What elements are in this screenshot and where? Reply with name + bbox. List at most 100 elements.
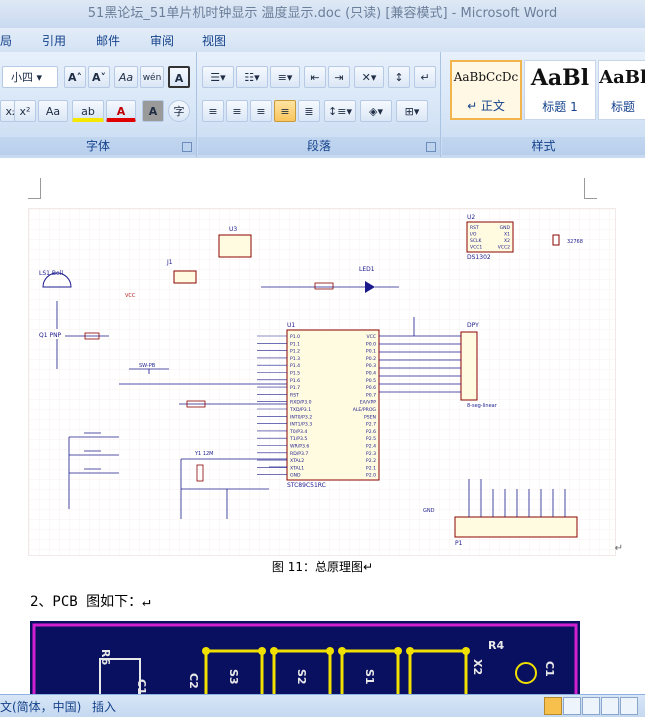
numbering-button[interactable]: ☷▾: [236, 66, 268, 88]
distributed-button[interactable]: ≣: [298, 100, 320, 122]
menu-review[interactable]: 审阅: [150, 32, 174, 49]
u1-right-pin: P0.1: [366, 349, 376, 355]
u1-left-pin: T1/P3.5: [289, 436, 307, 442]
figure-caption: 图 11：总原理图↵: [271, 560, 374, 574]
pcb-label-r4: R4: [488, 639, 504, 652]
menu-view[interactable]: 视图: [202, 32, 226, 49]
pcb-label-c1: C1: [135, 679, 148, 694]
u1-left-pin: T0/P3.4: [289, 429, 307, 435]
u1-label: U1: [287, 322, 295, 329]
u1-right-pin: P2.1: [366, 465, 376, 471]
font-size-select[interactable]: 小四 ▾: [2, 66, 58, 88]
style-heading[interactable]: AaBl 标题: [598, 60, 645, 120]
web-layout-view-icon[interactable]: [582, 697, 600, 715]
menu-bar: 局 引用 邮件 审阅 视图: [0, 28, 645, 52]
paragraph-group-label: 段落: [198, 137, 440, 155]
clear-format-button[interactable]: Aa: [114, 66, 138, 88]
ls1-label: LS1 Bell: [39, 270, 63, 277]
font-color-button[interactable]: A: [106, 100, 136, 122]
u1-left-pin: P1.3: [290, 356, 300, 362]
decrease-indent-button[interactable]: ⇤: [304, 66, 326, 88]
grow-font-button[interactable]: A˄: [64, 66, 86, 88]
borders-button[interactable]: ⊞▾: [396, 100, 428, 122]
u1-left-pin: P1.6: [290, 378, 300, 384]
menu-mailings[interactable]: 邮件: [96, 32, 120, 49]
j1-label: J1: [166, 259, 173, 266]
ds1302-pin: X1: [504, 232, 510, 238]
menu-layout[interactable]: 局: [0, 32, 12, 49]
font-dialog-launcher-icon[interactable]: [182, 142, 192, 152]
style-heading-1-sample: AaBl: [530, 65, 590, 91]
u2-label: U2: [467, 214, 475, 221]
ds1302-pin: X2: [504, 238, 510, 244]
bullets-button[interactable]: ☰▾: [202, 66, 234, 88]
style-heading-1-name: 标题 1: [542, 100, 578, 114]
paragraph-mark: ↵: [614, 543, 623, 554]
line-spacing-button[interactable]: ↕≡▾: [324, 100, 356, 122]
u1-left-pin: INT0/P3.2: [290, 414, 312, 420]
status-mode[interactable]: 插入: [92, 698, 116, 715]
q1-label: Q1 PNP: [39, 332, 62, 339]
u1-right-pin: P0.3: [366, 363, 376, 369]
shrink-font-button[interactable]: A˅: [88, 66, 110, 88]
pcb-label-s1: S1: [363, 669, 376, 685]
style-normal-name: ↵ 正文: [467, 99, 505, 113]
align-right-button[interactable]: ≡: [250, 100, 272, 122]
font-group-label: 字体: [0, 137, 196, 155]
phonetic-guide-button[interactable]: wén: [140, 66, 164, 88]
multilevel-list-button[interactable]: ≡▾: [270, 66, 300, 88]
y1-label: Y1 12M: [194, 451, 214, 457]
style-normal-sample: AaBbCcDc: [453, 70, 519, 84]
outline-view-icon[interactable]: [601, 697, 619, 715]
status-language[interactable]: 文(简体，中国): [0, 698, 81, 715]
change-case-button[interactable]: Aa: [38, 100, 68, 122]
u1-right-pin: P2.2: [366, 458, 376, 464]
u1-left-pin: XTAL1: [290, 465, 304, 471]
gnd-label: GND: [423, 508, 435, 514]
u1-left-pin: RD/P3.7: [290, 451, 308, 457]
pcb-label-s2: S2: [295, 669, 308, 685]
increase-indent-button[interactable]: ⇥: [328, 66, 350, 88]
print-layout-view-icon[interactable]: [544, 697, 562, 715]
paragraph-dialog-launcher-icon[interactable]: [426, 142, 436, 152]
menu-references[interactable]: 引用: [42, 32, 66, 49]
u1-left-pin: P1.4: [290, 363, 300, 369]
pcb-label-s3: S3: [227, 669, 240, 685]
u1-left-pin: RXD/P3.0: [290, 400, 312, 406]
paragraph-group: ☰▾ ☷▾ ≡▾ ⇤ ⇥ ✕▾ ↕ ↵ ≡ ≡ ≡ ≡ ≣ ↕≡▾ ◈▾ ⊞▾ …: [198, 52, 441, 157]
asian-layout-button[interactable]: ✕▾: [354, 66, 384, 88]
sort-button[interactable]: ↕: [388, 66, 410, 88]
draft-view-icon[interactable]: [620, 697, 638, 715]
u3-label: U3: [229, 226, 237, 233]
document-page[interactable]: U1 STC89C51RC P1.0 P1.1 P1.2 P1.3 P1.4 P1.5 P1…: [0, 158, 645, 694]
window-title-bar: 51黑论坛_51单片机时钟显示 温度显示.doc (只读) [兼容模式] - M…: [0, 0, 645, 28]
margin-corner-mark: [584, 178, 597, 199]
u1-left-pin: WR/P3.6: [290, 444, 309, 450]
u1-right-pin: P0.5: [366, 378, 376, 384]
schematic-figure[interactable]: U1 STC89C51RC P1.0 P1.1 P1.2 P1.3 P1.4 P1.5 P1…: [28, 208, 616, 556]
show-marks-button[interactable]: ↵: [414, 66, 436, 88]
char-border-button[interactable]: A: [168, 66, 190, 88]
style-heading-1[interactable]: AaBl 标题 1: [524, 60, 596, 120]
u1-left-pin: P1.7: [290, 385, 300, 391]
ds1302-pin: VCC1: [470, 245, 482, 251]
pcb-image[interactable]: R6 C1 C2 S3 S2 S1 R4 X2 C1: [30, 621, 580, 694]
sw-label: SW-PB: [139, 363, 156, 369]
u1-left-pin: P1.2: [290, 349, 300, 355]
pcb-drawing: R6 C1 C2 S3 S2 S1 R4 X2 C1: [30, 621, 580, 694]
enclose-chars-button[interactable]: 字: [168, 100, 190, 122]
style-normal[interactable]: AaBbCcDc ↵ 正文: [450, 60, 522, 120]
char-shading-button[interactable]: A: [142, 100, 164, 122]
superscript-button[interactable]: x²: [14, 100, 36, 122]
align-center-button[interactable]: ≡: [226, 100, 248, 122]
styles-group-label: 样式: [442, 137, 645, 155]
reading-view-icon[interactable]: [563, 697, 581, 715]
highlight-button[interactable]: ab: [72, 100, 104, 122]
style-heading-name: 标题: [610, 100, 635, 114]
margin-corner-mark: [28, 178, 41, 199]
status-bar: 文(简体，中国) 插入: [0, 694, 645, 717]
u1-right-pin: ALE/PROG: [353, 407, 377, 413]
align-left-button[interactable]: ≡: [202, 100, 224, 122]
shading-button[interactable]: ◈▾: [360, 100, 392, 122]
justify-button[interactable]: ≡: [274, 100, 296, 122]
